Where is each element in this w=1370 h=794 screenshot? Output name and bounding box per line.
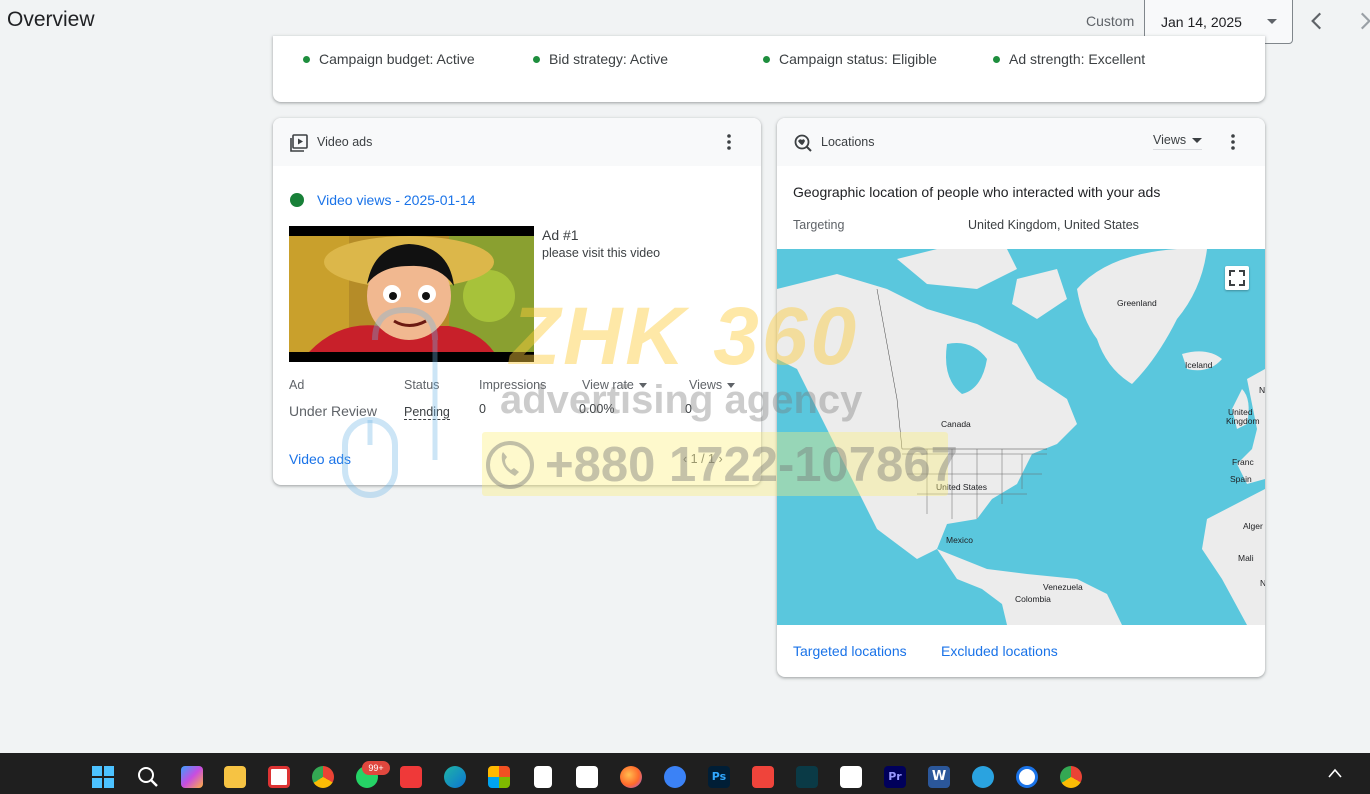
date-range-label: Custom xyxy=(1086,13,1135,29)
column-header-views[interactable]: Views xyxy=(689,378,736,392)
chevron-left-icon[interactable]: ‹ xyxy=(683,452,687,466)
ad-review-status: Under Review xyxy=(289,403,377,419)
map-land-shapes xyxy=(777,249,1265,625)
column-header-view-rate[interactable]: View rate xyxy=(582,378,647,392)
video-library-icon xyxy=(290,134,308,152)
telegram-icon[interactable] xyxy=(972,766,994,788)
targeting-value: United Kingdom, United States xyxy=(968,218,1139,232)
excluded-locations-link[interactable]: Excluded locations xyxy=(941,643,1058,659)
map-label-iceland: Iceland xyxy=(1185,360,1213,370)
copilot-icon[interactable] xyxy=(181,766,203,788)
card-title: Locations xyxy=(821,135,875,149)
column-header-impressions: Impressions xyxy=(479,378,547,392)
map-label-france: Franc xyxy=(1232,457,1254,467)
anydesk-icon[interactable] xyxy=(752,766,774,788)
chevron-right-icon[interactable]: › xyxy=(718,452,722,466)
status-campaign-status: Campaign status: Eligible xyxy=(763,51,937,67)
card-header: Video ads xyxy=(273,118,761,166)
status-bid-strategy: Bid strategy: Active xyxy=(533,51,668,67)
sync-icon[interactable] xyxy=(664,766,686,788)
map-label-greenland: Greenland xyxy=(1117,298,1157,308)
notification-badge: 99+ xyxy=(362,761,390,775)
caret-down-icon xyxy=(727,383,736,389)
locations-heading: Geographic location of people who intera… xyxy=(793,184,1161,200)
chevron-up-icon[interactable] xyxy=(1328,768,1342,778)
status-dot xyxy=(303,55,310,63)
pagination: ‹ 1 / 1 › xyxy=(683,452,723,466)
column-header-ad: Ad xyxy=(289,378,305,392)
fullscreen-icon[interactable] xyxy=(1225,266,1249,290)
map-label-colombia: Colombia xyxy=(1015,594,1051,604)
ad-description: please visit this video xyxy=(542,246,661,260)
status-dot xyxy=(763,55,770,63)
microsoft-store-icon[interactable] xyxy=(488,766,510,788)
map-label-algeria: Alger xyxy=(1243,521,1263,531)
premiere-label: Pr xyxy=(888,770,902,783)
date-value: Jan 14, 2025 xyxy=(1161,14,1242,30)
map-label-edge: N xyxy=(1259,385,1265,395)
map-label-edge: N xyxy=(1260,578,1265,588)
chrome-icon[interactable] xyxy=(312,766,334,788)
caret-down-icon xyxy=(638,383,647,389)
status-dot xyxy=(993,55,1000,63)
video-ads-link[interactable]: Video ads xyxy=(289,451,351,467)
windows-start-icon[interactable] xyxy=(92,766,114,788)
firefox-icon[interactable] xyxy=(620,766,642,788)
metric-dropdown[interactable]: Views xyxy=(1153,133,1203,150)
impressions-value: 0 xyxy=(479,402,486,416)
status-dot xyxy=(290,193,304,207)
more-vert-icon[interactable] xyxy=(1223,132,1243,152)
map-label-venezuela: Venezuela xyxy=(1043,582,1083,592)
world-map[interactable]: Greenland Iceland Canada United States M… xyxy=(777,249,1265,625)
search-icon[interactable] xyxy=(137,766,159,788)
capcut-icon[interactable] xyxy=(576,766,598,788)
map-label-united-states: United States xyxy=(936,482,988,492)
status-ad-strength: Ad strength: Excellent xyxy=(993,51,1145,67)
notepad-icon[interactable] xyxy=(534,766,552,788)
views-value: 0 xyxy=(685,402,692,416)
location-search-icon xyxy=(794,134,812,152)
chrome-profile-icon[interactable] xyxy=(1060,766,1082,788)
map-label-uk-line2: Kingdom xyxy=(1226,416,1260,426)
locations-card: Locations Views Geographic location of p… xyxy=(777,118,1265,677)
map-label-canada: Canada xyxy=(941,419,971,429)
campaign-status-card: Campaign budget: Active Bid strategy: Ac… xyxy=(273,36,1265,102)
page-title: Overview xyxy=(7,8,95,31)
snipping-tool-icon[interactable] xyxy=(268,766,290,788)
status-dot xyxy=(533,55,540,63)
view-rate-value: 0.00% xyxy=(579,402,615,416)
campaign-link[interactable]: Video views - 2025-01-14 xyxy=(317,192,476,208)
map-label-mali: Mali xyxy=(1238,553,1254,563)
filmora-icon[interactable] xyxy=(796,766,818,788)
word-label: W xyxy=(931,769,947,784)
page-indicator: 1 / 1 xyxy=(690,452,715,466)
status-campaign-budget: Campaign budget: Active xyxy=(303,51,475,67)
map-label-mexico: Mexico xyxy=(946,535,973,545)
app-store-icon[interactable] xyxy=(1016,766,1038,788)
targeted-locations-link[interactable]: Targeted locations xyxy=(793,643,907,659)
caret-down-icon xyxy=(1192,138,1203,144)
video-ads-card: Video ads Video views - 2025-01-14 Ad #1… xyxy=(273,118,761,485)
video-thumbnail[interactable] xyxy=(289,226,534,362)
vivaldi-icon[interactable] xyxy=(400,766,422,788)
edge-icon[interactable] xyxy=(444,766,466,788)
more-vert-icon[interactable] xyxy=(719,132,739,152)
card-title: Video ads xyxy=(317,135,373,149)
column-header-status: Status xyxy=(404,378,440,392)
targeting-label: Targeting xyxy=(793,218,845,232)
card-header: Locations Views xyxy=(777,118,1265,166)
chevron-left-icon[interactable] xyxy=(1304,8,1330,34)
ad-name: Ad #1 xyxy=(542,227,579,243)
caret-down-icon xyxy=(1267,19,1277,24)
capcut-icon-2[interactable] xyxy=(840,766,862,788)
map-label-spain: Spain xyxy=(1230,474,1252,484)
file-explorer-icon[interactable] xyxy=(224,766,246,788)
chevron-right-icon[interactable] xyxy=(1352,8,1370,34)
status-pending[interactable]: Pending xyxy=(404,405,450,420)
photoshop-label: Ps xyxy=(711,770,727,783)
